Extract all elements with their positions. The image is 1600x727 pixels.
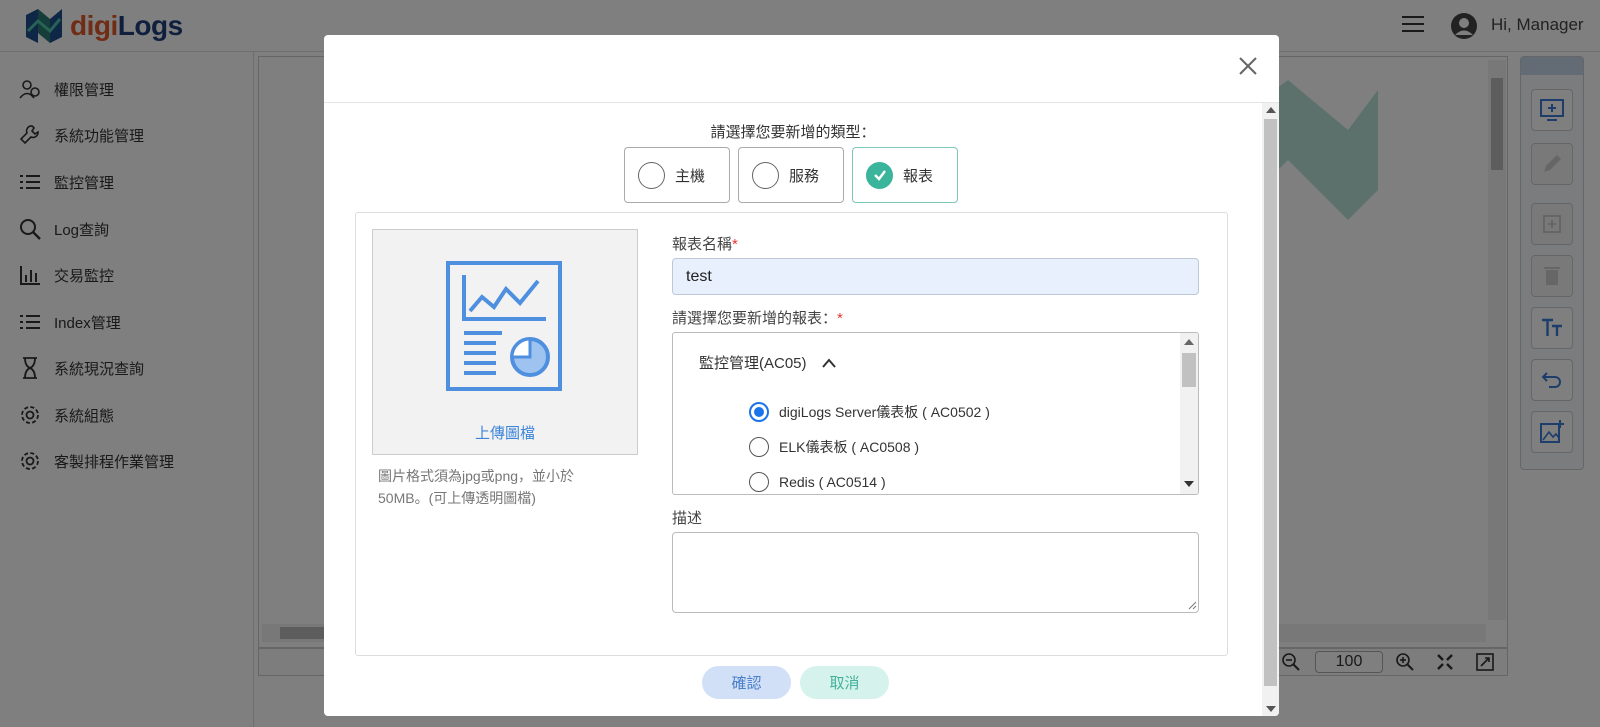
type-options: 主機 服務 報表 — [624, 147, 966, 203]
radio-unchecked-icon — [749, 472, 769, 492]
type-prompt: 請選擇您要新增的類型： — [710, 124, 876, 141]
radio-checked-icon — [749, 402, 769, 422]
resize-grip-icon[interactable] — [1187, 600, 1197, 610]
type-option-label: 服務 — [789, 167, 820, 185]
required-mark: * — [732, 236, 738, 253]
chevron-up-icon — [821, 357, 836, 368]
report-list-scrollbar[interactable] — [1180, 333, 1198, 494]
type-option-service[interactable]: 服務 — [738, 147, 844, 203]
report-name-label-text: 報表名稱 — [672, 236, 733, 253]
report-item-label: Redis ( AC0514 ) — [779, 474, 886, 490]
close-icon[interactable] — [1236, 54, 1260, 78]
report-group-label: 監控管理(AC05) — [699, 355, 807, 372]
report-item[interactable]: ELK儀表板 ( AC0508 ) — [749, 437, 919, 457]
report-select-label: 請選擇您要新增的報表：* — [672, 307, 843, 328]
type-option-label: 報表 — [903, 167, 934, 185]
report-item-label: ELK儀表板 ( AC0508 ) — [779, 439, 920, 455]
type-option-host[interactable]: 主機 — [624, 147, 730, 203]
modal-scrollbar[interactable] — [1262, 103, 1279, 716]
required-mark: * — [837, 310, 843, 327]
report-name-label: 報表名稱* — [672, 233, 738, 254]
report-form: 上傳圖檔 圖片格式須為jpg或png，並小於50MB。(可上傳透明圖檔) 報表名… — [355, 212, 1228, 656]
report-item[interactable]: Redis ( AC0514 ) — [749, 472, 886, 492]
report-name-input[interactable] — [672, 258, 1199, 295]
upload-hint: 圖片格式須為jpg或png，並小於50MB。(可上傳透明圖檔) — [378, 468, 575, 506]
radio-unchecked-icon — [749, 437, 769, 457]
report-item-label: digiLogs Server儀表板 ( AC0502 ) — [779, 404, 990, 420]
report-list[interactable]: 監控管理(AC05) digiLogs Server儀表板 ( AC0502 )… — [672, 332, 1199, 495]
description-input[interactable] — [672, 532, 1199, 613]
report-group-header[interactable]: 監控管理(AC05) — [699, 352, 837, 373]
report-item[interactable]: digiLogs Server儀表板 ( AC0502 ) — [749, 402, 990, 422]
upload-image-area[interactable]: 上傳圖檔 — [372, 229, 638, 455]
confirm-button[interactable]: 確認 — [702, 666, 791, 699]
radio-unchecked-icon — [752, 161, 779, 189]
check-circle-icon — [866, 161, 893, 189]
radio-unchecked-icon — [638, 161, 665, 189]
description-label: 描述 — [672, 510, 703, 527]
modal-actions: 確認 取消 — [702, 666, 889, 699]
report-select-label-text: 請選擇您要新增的報表： — [672, 310, 838, 327]
modal-header — [324, 35, 1279, 103]
report-document-icon — [446, 261, 562, 391]
add-item-modal: 請選擇您要新增的類型： 主機 服務 報表 上傳圖檔 圖片格式須為jpg或png，… — [324, 35, 1279, 716]
type-option-report[interactable]: 報表 — [852, 147, 958, 203]
cancel-button[interactable]: 取消 — [800, 666, 889, 699]
upload-image-label[interactable]: 上傳圖檔 — [373, 422, 637, 443]
type-option-label: 主機 — [675, 167, 706, 185]
